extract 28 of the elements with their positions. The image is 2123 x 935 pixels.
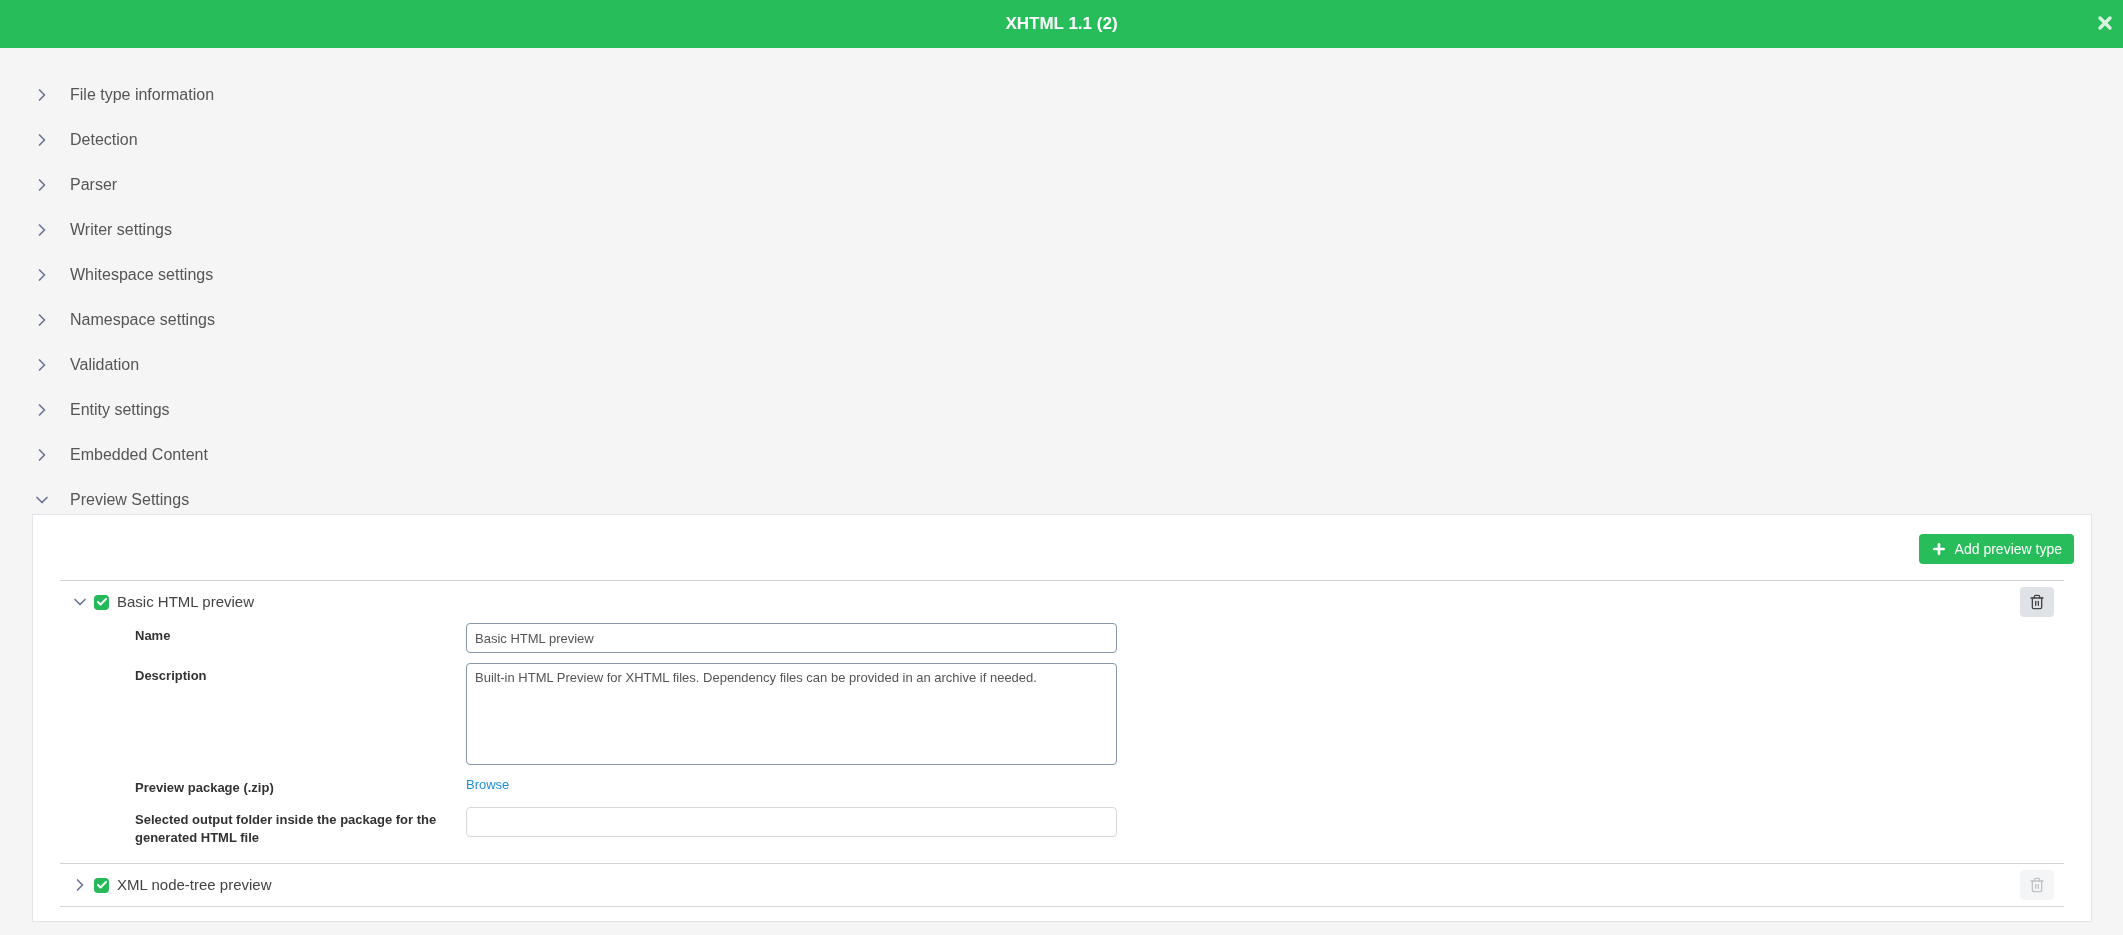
window-title: XHTML 1.1 (2) <box>1005 13 1118 36</box>
checkbox[interactable] <box>94 877 109 893</box>
section-title[interactable]: Whitespace settings <box>70 262 214 287</box>
section-title[interactable]: Preview Settings <box>70 487 190 512</box>
section-title[interactable]: Namespace settings <box>70 307 215 332</box>
field-label: Preview package (.zip) <box>135 779 275 797</box>
field-label: Description <box>135 667 208 685</box>
section-title[interactable]: Parser <box>70 172 118 197</box>
description-field[interactable]: Built-in HTML Preview for XHTML files. Dependency files can be provided in an archive if needed. <box>466 663 1117 765</box>
section-title[interactable]: File type information <box>70 82 215 107</box>
text-field[interactable]: Basic HTML preview <box>466 623 1117 653</box>
delete-button[interactable] <box>2020 587 2054 617</box>
browse-link[interactable]: Browse <box>466 775 510 795</box>
section-title[interactable]: Entity settings <box>70 397 170 422</box>
trash-icon <box>2029 594 2045 610</box>
close-icon[interactable] <box>2095 13 2115 33</box>
section-title[interactable]: Writer settings <box>70 217 172 242</box>
text-field[interactable] <box>466 807 1117 837</box>
preview-type-title: XML node-tree preview <box>117 874 272 895</box>
field-label: Selected output folder inside the package for the generated HTML file <box>135 811 438 847</box>
checkbox[interactable] <box>94 594 109 610</box>
preview-type-title: Basic HTML preview <box>117 591 254 612</box>
section-title[interactable]: Detection <box>70 127 138 152</box>
plus-icon <box>1930 541 1947 557</box>
section-title[interactable]: Validation <box>70 352 140 377</box>
section-title[interactable]: Embedded Content <box>70 442 208 467</box>
trash-icon <box>2029 877 2045 893</box>
field-label: Name <box>135 627 172 645</box>
